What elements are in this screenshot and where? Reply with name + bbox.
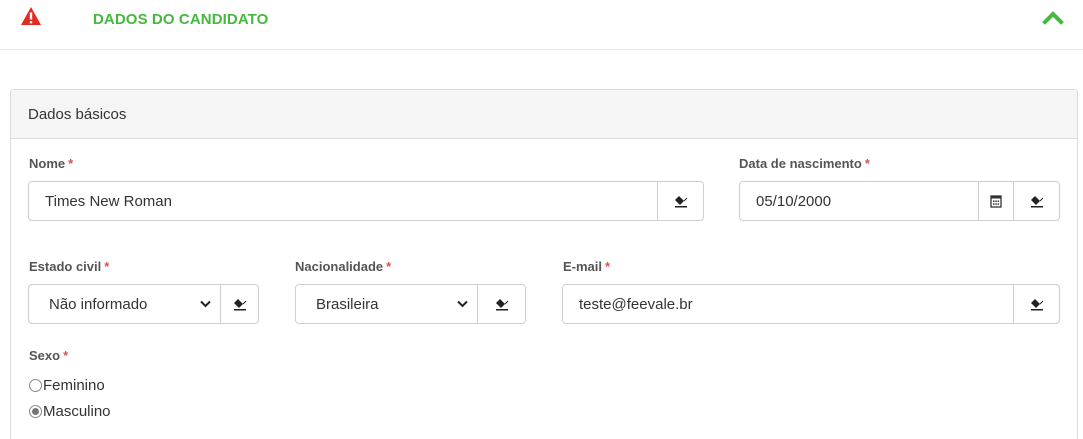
email-label-text: E-mail — [563, 259, 603, 274]
radio-label-feminino: Feminino — [43, 377, 105, 394]
required-mark: * — [63, 348, 69, 363]
email-input[interactable]: teste@feevale.br — [562, 284, 1060, 324]
nascimento-input[interactable]: 05/10/2000 — [739, 181, 1060, 221]
nome-label-text: Nome — [29, 156, 66, 171]
nacionalidade-clear-button[interactable] — [477, 285, 525, 323]
section-title: DADOS DO CANDIDATO — [93, 11, 269, 28]
chevron-down-icon[interactable] — [190, 285, 220, 323]
dados-basicos-panel: Dados básicos — [10, 89, 1078, 439]
radio-button[interactable] — [29, 405, 42, 418]
eraser-icon — [1030, 195, 1043, 207]
estado-civil-label-text: Estado civil — [29, 259, 102, 274]
radio-button[interactable] — [29, 379, 42, 392]
nome-value[interactable]: Times New Roman — [29, 182, 657, 220]
chevron-down-icon[interactable] — [447, 285, 477, 323]
nascimento-label-text: Data de nascimento — [739, 156, 862, 171]
radio-feminino[interactable]: Feminino — [29, 377, 105, 394]
required-mark: * — [605, 259, 611, 274]
panel-heading: Dados básicos — [11, 90, 1077, 139]
nacionalidade-label-text: Nacionalidade — [295, 259, 384, 274]
nacionalidade-label: Nacionalidade * — [295, 259, 391, 274]
warning-triangle-icon — [21, 7, 41, 25]
calendar-icon — [990, 194, 1002, 208]
nacionalidade-value[interactable]: Brasileira — [296, 285, 447, 323]
nascimento-clear-button[interactable] — [1013, 182, 1059, 220]
nome-input[interactable]: Times New Roman — [28, 181, 704, 221]
sexo-label-text: Sexo — [29, 348, 61, 363]
email-value[interactable]: teste@feevale.br — [563, 285, 1013, 323]
radio-label-masculino: Masculino — [43, 403, 111, 420]
nascimento-label: Data de nascimento * — [739, 156, 870, 171]
required-mark: * — [104, 259, 110, 274]
eraser-icon — [233, 298, 246, 310]
estado-civil-clear-button[interactable] — [220, 285, 258, 323]
calendar-button[interactable] — [978, 182, 1013, 220]
sexo-label: Sexo * — [29, 348, 68, 363]
required-mark: * — [68, 156, 74, 171]
email-label: E-mail * — [563, 259, 610, 274]
radio-masculino[interactable]: Masculino — [29, 403, 111, 420]
required-mark: * — [386, 259, 392, 274]
eraser-icon — [1030, 298, 1043, 310]
nome-clear-button[interactable] — [657, 182, 703, 220]
section-header[interactable]: DADOS DO CANDIDATO — [0, 0, 1083, 50]
required-mark: * — [864, 156, 870, 171]
chevron-up-icon[interactable] — [1042, 8, 1064, 26]
estado-civil-select[interactable]: Não informado — [28, 284, 259, 324]
nacionalidade-select[interactable]: Brasileira — [295, 284, 526, 324]
estado-civil-value[interactable]: Não informado — [29, 285, 190, 323]
nome-label: Nome * — [29, 156, 73, 171]
eraser-icon — [674, 195, 687, 207]
email-clear-button[interactable] — [1013, 285, 1059, 323]
estado-civil-label: Estado civil * — [29, 259, 109, 274]
eraser-icon — [495, 298, 508, 310]
nascimento-value[interactable]: 05/10/2000 — [740, 182, 978, 220]
